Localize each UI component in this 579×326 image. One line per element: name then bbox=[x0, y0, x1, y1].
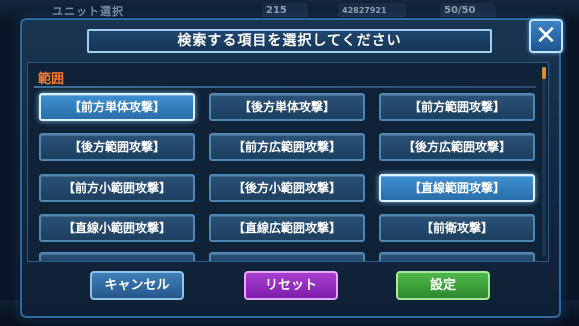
options-panel[interactable]: 範囲 【前方単体攻撃】 【後方単体攻撃】 【前方範囲攻撃】 【後方範囲攻撃】 【… bbox=[27, 62, 549, 262]
scrollbar-track[interactable] bbox=[542, 67, 546, 257]
option-rear-small-area-attack[interactable]: 【後方小範囲攻撃】 bbox=[209, 174, 365, 202]
option-rear-area-attack[interactable]: 【後方範囲攻撃】 bbox=[39, 133, 195, 161]
option-partial[interactable] bbox=[39, 252, 195, 261]
option-front-area-attack[interactable]: 【前方範囲攻撃】 bbox=[379, 93, 535, 121]
option-partial[interactable] bbox=[209, 252, 365, 261]
option-front-single-attack[interactable]: 【前方単体攻撃】 bbox=[39, 93, 195, 121]
scrollbar-thumb[interactable] bbox=[542, 67, 546, 79]
option-rear-wide-area-attack[interactable]: 【後方広範囲攻撃】 bbox=[379, 133, 535, 161]
dialog-title: 検索する項目を選択してください bbox=[87, 29, 492, 53]
hud-coins: 42827921 bbox=[338, 3, 406, 19]
search-filter-dialog: 検索する項目を選択してください ✕ 範囲 【前方単体攻撃】 【後方単体攻撃】 【… bbox=[20, 18, 563, 318]
hud-energy: 50/50 bbox=[440, 3, 496, 19]
option-line-area-attack[interactable]: 【直線範囲攻撃】 bbox=[379, 174, 535, 202]
cancel-button[interactable]: キャンセル bbox=[90, 271, 184, 300]
section-label-range: 範囲 bbox=[38, 72, 65, 87]
option-vanguard-attack[interactable]: 【前衛攻撃】 bbox=[379, 214, 535, 242]
close-icon[interactable]: ✕ bbox=[529, 19, 563, 53]
option-partial[interactable] bbox=[379, 252, 535, 261]
section-divider bbox=[34, 86, 536, 88]
option-front-small-area-attack[interactable]: 【前方小範囲攻撃】 bbox=[39, 174, 195, 202]
hud-title: ユニット選択 bbox=[52, 5, 124, 18]
set-button[interactable]: 設定 bbox=[396, 271, 490, 300]
hud-stamina: 215 bbox=[262, 3, 308, 19]
reset-button[interactable]: リセット bbox=[244, 271, 338, 300]
option-front-wide-area-attack[interactable]: 【前方広範囲攻撃】 bbox=[209, 133, 365, 161]
option-rear-single-attack[interactable]: 【後方単体攻撃】 bbox=[209, 93, 365, 121]
option-line-small-area-attack[interactable]: 【直線小範囲攻撃】 bbox=[39, 214, 195, 242]
option-line-wide-area-attack[interactable]: 【直線広範囲攻撃】 bbox=[209, 214, 365, 242]
